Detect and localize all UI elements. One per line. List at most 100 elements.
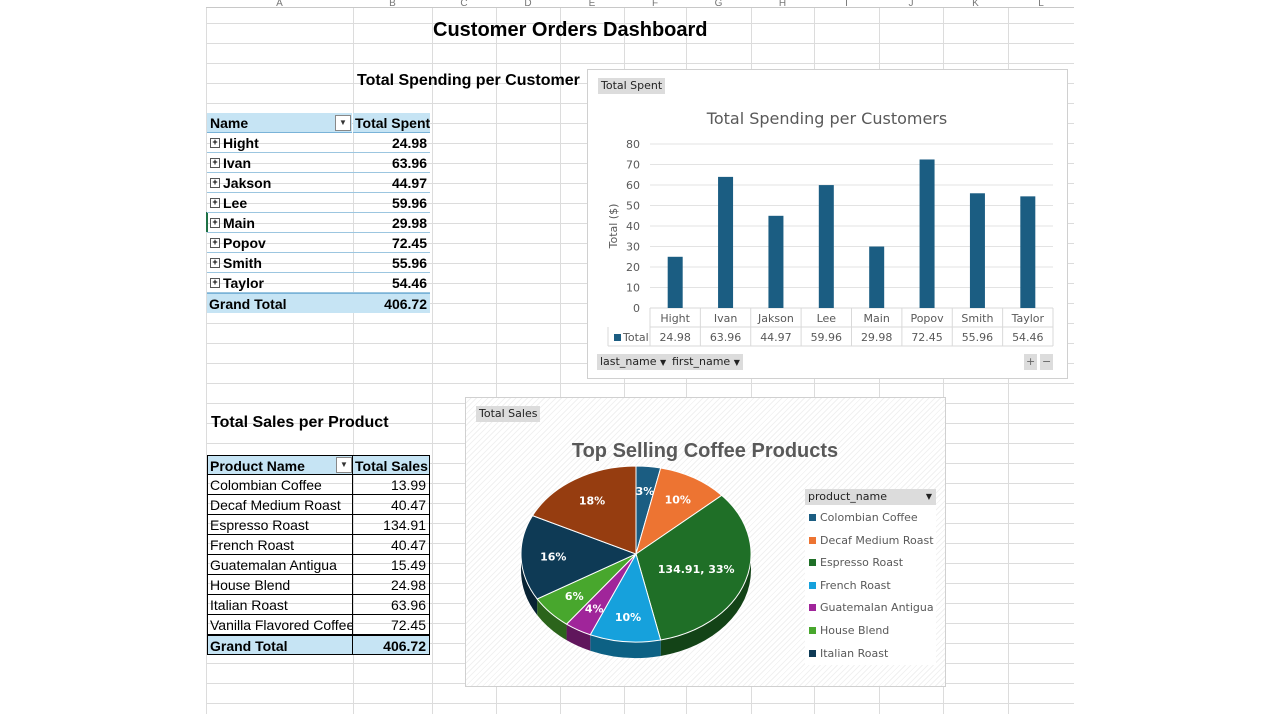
legend-swatch bbox=[809, 559, 816, 567]
customer-row-name[interactable]: + Popov bbox=[207, 233, 353, 253]
sales-section-title: Total Sales per Product bbox=[211, 414, 389, 431]
column-header[interactable]: E bbox=[560, 0, 624, 8]
customer-row-value: 29.98 bbox=[353, 213, 430, 233]
customer-row-name[interactable]: + Taylor bbox=[207, 273, 353, 293]
chevron-down-icon: ▼ bbox=[340, 460, 348, 469]
pie-data-label: 3% bbox=[636, 485, 655, 498]
bar-y-tick-label: 80 bbox=[626, 138, 640, 151]
product-pivot-header-name: Product Name bbox=[207, 455, 353, 475]
column-header[interactable]: A bbox=[206, 0, 353, 8]
product-pivot-header-name-label: Product Name bbox=[210, 458, 305, 474]
legend-item[interactable]: House Blend bbox=[809, 624, 889, 637]
pie-data-label: 10% bbox=[665, 493, 691, 506]
bar-chart-area[interactable]: Total Spent Total Spending per Customers… bbox=[587, 69, 1068, 379]
customer-row-name[interactable]: + Main bbox=[207, 213, 353, 233]
spending-section-title: Total Spending per Customer bbox=[357, 72, 580, 89]
product-grand-total-value: 406.72 bbox=[352, 635, 430, 655]
grid-col-line bbox=[432, 8, 433, 714]
column-header[interactable]: J bbox=[879, 0, 943, 8]
expand-plus-icon[interactable]: + bbox=[210, 258, 220, 269]
customer-name-label: Smith bbox=[223, 255, 262, 271]
bar-x-tick-label: Ivan bbox=[714, 312, 737, 325]
expand-plus-icon[interactable]: + bbox=[210, 158, 220, 169]
grid-row-line bbox=[206, 43, 1074, 44]
collapse-field-button[interactable]: − bbox=[1040, 354, 1053, 370]
expand-field-button[interactable]: + bbox=[1024, 354, 1037, 370]
bar-chart-title: Total Spending per Customers bbox=[706, 109, 947, 128]
bar-ivan[interactable] bbox=[718, 176, 734, 308]
column-header[interactable]: B bbox=[353, 0, 432, 8]
legend-item[interactable]: Guatemalan Antigua bbox=[809, 601, 934, 614]
data-table-value: 59.96 bbox=[811, 331, 843, 344]
product-name-legend-button[interactable]: product_name ▼ bbox=[805, 489, 936, 505]
pie-chart-area[interactable]: Total Sales Top Selling Coffee Products 3… bbox=[465, 397, 946, 687]
expand-plus-icon[interactable]: + bbox=[210, 198, 220, 209]
product-row-value: 134.91 bbox=[352, 515, 430, 535]
product-row-name: House Blend bbox=[207, 575, 353, 595]
legend-item[interactable]: Decaf Medium Roast bbox=[809, 534, 934, 547]
expand-plus-icon[interactable]: + bbox=[210, 138, 220, 149]
customer-name-label: Hight bbox=[223, 135, 259, 151]
column-header[interactable]: L bbox=[1008, 0, 1074, 8]
bar-y-tick-label: 10 bbox=[626, 282, 640, 295]
expand-plus-icon[interactable]: + bbox=[210, 218, 220, 229]
product-row-name: Colombian Coffee bbox=[207, 475, 353, 495]
customer-pivot-header-value: Total Spent bbox=[353, 113, 430, 133]
product-filter-dropdown[interactable]: ▼ bbox=[336, 457, 352, 473]
bar-y-tick-label: 0 bbox=[633, 302, 640, 315]
legend-label: Colombian Coffee bbox=[820, 511, 918, 524]
bar-x-tick-label: Main bbox=[864, 312, 890, 325]
bar-popov[interactable] bbox=[919, 159, 935, 308]
customer-row-value: 59.96 bbox=[353, 193, 430, 213]
grid-row-line bbox=[206, 703, 1074, 704]
customer-row-value: 24.98 bbox=[353, 133, 430, 153]
bar-lee[interactable] bbox=[818, 185, 834, 308]
customer-row-name[interactable]: + Hight bbox=[207, 133, 353, 153]
column-header[interactable]: C bbox=[432, 0, 496, 8]
legend-label: Guatemalan Antigua bbox=[820, 601, 934, 615]
bar-y-tick-label: 40 bbox=[626, 220, 640, 233]
legend-item[interactable]: French Roast bbox=[809, 579, 891, 592]
bar-jakson[interactable] bbox=[768, 215, 784, 308]
column-header[interactable]: K bbox=[943, 0, 1008, 8]
customer-row-name[interactable]: + Smith bbox=[207, 253, 353, 273]
data-table-value: 29.98 bbox=[861, 331, 893, 344]
customer-row-value: 72.45 bbox=[353, 233, 430, 253]
column-header[interactable]: F bbox=[624, 0, 686, 8]
product-grand-total-label: Grand Total bbox=[207, 635, 353, 655]
legend-item[interactable]: Espresso Roast bbox=[809, 556, 903, 569]
customer-row-name[interactable]: + Jakson bbox=[207, 173, 353, 193]
data-table-value: 63.96 bbox=[710, 331, 742, 344]
first-name-axis-button[interactable]: first_name ▼ bbox=[669, 354, 743, 370]
customer-grand-total-value: 406.72 bbox=[353, 293, 430, 313]
bar-x-tick-label: Popov bbox=[910, 312, 944, 325]
customer-row-name[interactable]: + Ivan bbox=[207, 153, 353, 173]
pie-data-label: 134.91, 33% bbox=[658, 563, 735, 576]
chevron-down-icon: ▼ bbox=[339, 118, 347, 127]
expand-plus-icon[interactable]: + bbox=[210, 238, 220, 249]
bar-smith[interactable] bbox=[969, 193, 985, 308]
pie-data-label: 10% bbox=[615, 611, 641, 624]
data-table-value: 72.45 bbox=[911, 331, 943, 344]
product-row-value: 40.47 bbox=[352, 495, 430, 515]
data-table-value: 44.97 bbox=[760, 331, 792, 344]
bar-taylor[interactable] bbox=[1020, 196, 1036, 308]
bar-main[interactable] bbox=[869, 246, 885, 308]
legend-item[interactable]: Colombian Coffee bbox=[809, 511, 918, 524]
column-header[interactable]: H bbox=[751, 0, 814, 8]
customer-row-name[interactable]: + Lee bbox=[207, 193, 353, 213]
column-header[interactable]: G bbox=[686, 0, 751, 8]
column-header[interactable]: D bbox=[496, 0, 560, 8]
expand-plus-icon[interactable]: + bbox=[210, 178, 220, 189]
expand-plus-icon[interactable]: + bbox=[210, 278, 220, 289]
last-name-axis-button[interactable]: last_name ▼ bbox=[597, 354, 670, 370]
bar-hight[interactable] bbox=[667, 256, 683, 308]
bar-y-tick-label: 50 bbox=[626, 200, 640, 213]
product-row-name: Decaf Medium Roast bbox=[207, 495, 353, 515]
customer-filter-dropdown[interactable]: ▼ bbox=[335, 115, 351, 131]
column-header[interactable]: I bbox=[814, 0, 879, 8]
product-row-name: Espresso Roast bbox=[207, 515, 353, 535]
legend-item[interactable]: Italian Roast bbox=[809, 647, 888, 660]
pie-data-label: 6% bbox=[565, 590, 584, 603]
chevron-down-icon: ▼ bbox=[660, 358, 667, 367]
